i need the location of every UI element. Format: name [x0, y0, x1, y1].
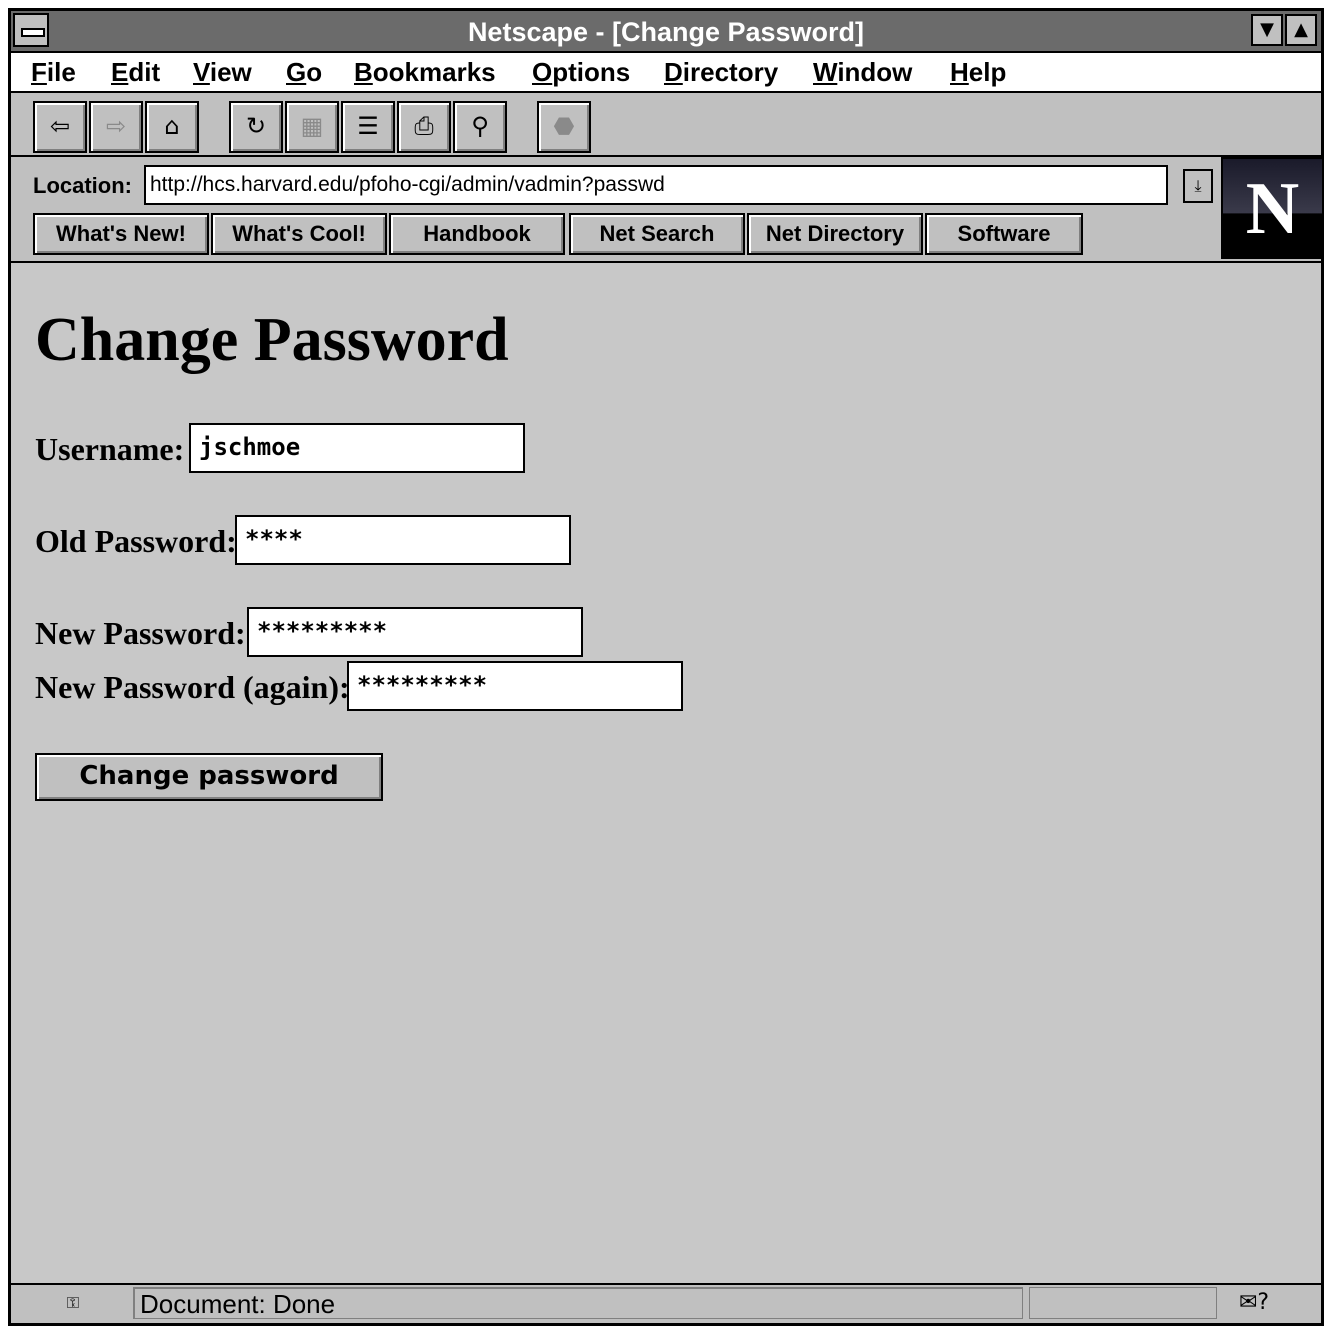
maximize-button[interactable]: ▲ — [1285, 14, 1317, 46]
username-input[interactable]: jschmoe — [189, 423, 525, 473]
handbook-button[interactable]: Handbook — [389, 213, 565, 255]
location-bar: Location: http://hcs.harvard.edu/pfoho-c… — [11, 157, 1221, 261]
home-icon[interactable]: ⌂ — [145, 101, 199, 153]
net-search-button[interactable]: Net Search — [569, 213, 745, 255]
net-directory-button[interactable]: Net Directory — [747, 213, 923, 255]
minimize-button[interactable]: ▼ — [1251, 14, 1283, 46]
menu-window[interactable]: Window — [813, 57, 912, 88]
change-password-button[interactable]: Change password — [35, 753, 383, 801]
window-title: Netscape - [Change Password] — [467, 17, 865, 47]
status-text: Document: Done — [133, 1287, 1023, 1319]
username-label: Username: — [35, 431, 185, 467]
new-password-again-label: New Password (again): — [35, 669, 350, 705]
title-bar: Netscape - [Change Password] ▼ ▲ — [11, 11, 1321, 53]
toolbar: ⇦ ⇨ ⌂ ↻ ▦ ☰ ⎙ ⚲ ⬣ — [11, 93, 1321, 157]
browser-window: Netscape - [Change Password] ▼ ▲ File Ed… — [8, 8, 1324, 1326]
back-icon[interactable]: ⇦ — [33, 101, 87, 153]
netscape-logo[interactable]: N — [1221, 157, 1324, 259]
page-content: Change Password Username: jschmoe Old Pa… — [11, 261, 1321, 1289]
menu-options[interactable]: Options — [532, 57, 630, 88]
menu-bar: File Edit View Go Bookmarks Options Dire… — [11, 53, 1321, 93]
new-password-again-input[interactable]: ********* — [347, 661, 683, 711]
old-password-label: Old Password: — [35, 523, 237, 559]
progress-box — [1029, 1287, 1217, 1319]
location-input[interactable]: http://hcs.harvard.edu/pfoho-cgi/admin/v… — [144, 165, 1168, 205]
new-password-label: New Password: — [35, 615, 246, 651]
menu-help[interactable]: Help — [950, 57, 1006, 88]
print-icon[interactable]: ⎙ — [397, 101, 451, 153]
forward-icon[interactable]: ⇨ — [89, 101, 143, 153]
page-title: Change Password — [35, 306, 509, 374]
mail-icon[interactable]: ✉? — [1239, 1287, 1269, 1319]
location-label: Location: — [33, 173, 132, 198]
location-dropdown-icon[interactable]: ⤓ — [1183, 169, 1213, 203]
images-icon[interactable]: ▦ — [285, 101, 339, 153]
old-password-input[interactable]: **** — [235, 515, 571, 565]
status-bar: ⚿ Document: Done ✉? — [11, 1283, 1321, 1323]
stop-icon[interactable]: ⬣ — [537, 101, 591, 153]
new-password-input[interactable]: ********* — [247, 607, 583, 657]
menu-file[interactable]: File — [31, 57, 76, 88]
whats-cool-button[interactable]: What's Cool! — [211, 213, 387, 255]
find-icon[interactable]: ⚲ — [453, 101, 507, 153]
menu-bookmarks[interactable]: Bookmarks — [354, 57, 496, 88]
reload-icon[interactable]: ↻ — [229, 101, 283, 153]
security-key-icon: ⚿ — [66, 1293, 80, 1312]
software-button[interactable]: Software — [925, 213, 1083, 255]
whats-new-button[interactable]: What's New! — [33, 213, 209, 255]
open-icon[interactable]: ☰ — [341, 101, 395, 153]
menu-go[interactable]: Go — [286, 57, 322, 88]
menu-directory[interactable]: Directory — [664, 57, 778, 88]
menu-view[interactable]: View — [193, 57, 252, 88]
menu-edit[interactable]: Edit — [111, 57, 160, 88]
